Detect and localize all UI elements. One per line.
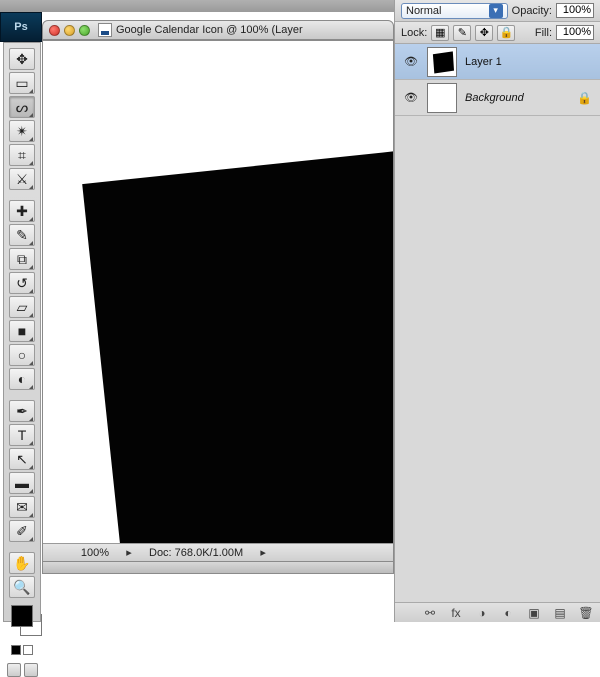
adjust-icon[interactable]: ◐ <box>500 606 516 620</box>
minimize-button[interactable] <box>64 25 75 36</box>
shape-tool[interactable]: ▬ <box>9 472 35 494</box>
layer-thumbnail[interactable] <box>427 47 457 77</box>
new-icon[interactable]: ▤ <box>552 606 568 620</box>
fill-field[interactable]: 100% <box>556 25 594 40</box>
magic-wand-tool[interactable]: ✴ <box>9 120 35 142</box>
stamp-tool[interactable]: ⧉ <box>9 248 35 270</box>
zoom-tool[interactable]: 🔍 <box>9 576 35 598</box>
fill-label: Fill: <box>535 27 552 39</box>
visibility-eye-icon[interactable]: 👁 <box>403 90 419 106</box>
fx-icon[interactable]: fx <box>448 606 464 620</box>
link-icon[interactable]: ⚯ <box>422 606 438 620</box>
opacity-field[interactable]: 100% <box>556 3 594 18</box>
window-controls <box>49 25 90 36</box>
lock-transparency-icon[interactable]: ▦ <box>431 25 449 41</box>
layers-list[interactable]: 👁 Layer 1 👁 Background 🔒 <box>395 44 600 602</box>
lock-pixels-icon[interactable]: ✎ <box>453 25 471 41</box>
lock-all-icon[interactable]: 🔒 <box>497 25 515 41</box>
blend-mode-value: Normal <box>406 5 441 17</box>
layer-row[interactable]: 👁 Background 🔒 <box>395 80 600 116</box>
document-titlebar[interactable]: Google Calendar Icon @ 100% (Layer <box>42 20 394 40</box>
lock-label: Lock: <box>401 27 427 39</box>
close-button[interactable] <box>49 25 60 36</box>
dodge-tool[interactable]: ◐ <box>9 368 35 390</box>
lasso-tool[interactable]: ᔕ <box>9 96 35 118</box>
lock-fill-row: Lock: ▦ ✎ ✥ 🔒 Fill: 100% <box>395 22 600 44</box>
background-color-swatch[interactable] <box>20 614 42 636</box>
screen-mode-buttons[interactable] <box>7 663 38 677</box>
foreground-color-swatch[interactable] <box>11 605 33 627</box>
move-tool[interactable]: ✥ <box>9 48 35 70</box>
mask-icon[interactable]: ◑ <box>474 606 490 620</box>
canvas[interactable] <box>43 41 393 543</box>
marquee-tool[interactable]: ▭ <box>9 72 35 94</box>
status-bar: 100% ▸ Doc: 768.0K/1.00M ▸ <box>43 543 393 561</box>
canvas-content-shape <box>82 140 393 543</box>
zoom-level[interactable]: 100% <box>49 547 109 559</box>
blend-opacity-row: Normal ▾ Opacity: 100% <box>395 0 600 22</box>
visibility-eye-icon[interactable]: 👁 <box>403 54 419 70</box>
pen-tool[interactable]: ✒ <box>9 400 35 422</box>
blur-tool[interactable]: ○ <box>9 344 35 366</box>
layers-panel: Normal ▾ Opacity: 100% Lock: ▦ ✎ ✥ 🔒 Fil… <box>394 0 600 622</box>
blend-mode-select[interactable]: Normal ▾ <box>401 3 508 19</box>
layer-name[interactable]: Layer 1 <box>465 56 502 68</box>
layers-panel-footer: ⚯ fx ◑ ◐ ▣ ▤ 🗑 <box>395 602 600 622</box>
document-title: Google Calendar Icon @ 100% (Layer <box>116 24 303 36</box>
tool-palette: ✥▭ᔕ✴⌗⚔ ✚✎⧉↺▱■○◐ ✒T↖▬✉✐ ✋🔍 <box>3 42 41 622</box>
trash-icon[interactable]: 🗑 <box>578 606 594 620</box>
doc-info: Doc: 768.0K/1.00M <box>149 547 243 559</box>
status-menu-right-icon[interactable]: ▸ <box>257 546 269 559</box>
zoom-button[interactable] <box>79 25 90 36</box>
default-colors-icon[interactable] <box>11 645 33 655</box>
slice-tool[interactable]: ⚔ <box>9 168 35 190</box>
layer-name[interactable]: Background <box>465 92 524 104</box>
app-logo-text: Ps <box>14 21 27 33</box>
lock-position-icon[interactable]: ✥ <box>475 25 493 41</box>
crop-tool[interactable]: ⌗ <box>9 144 35 166</box>
opacity-label: Opacity: <box>512 5 552 17</box>
lock-icon: 🔒 <box>577 91 592 105</box>
type-tool[interactable]: T <box>9 424 35 446</box>
chevron-updown-icon: ▾ <box>489 4 503 18</box>
status-menu-left-icon[interactable]: ▸ <box>123 546 135 559</box>
hand-tool[interactable]: ✋ <box>9 552 35 574</box>
group-icon[interactable]: ▣ <box>526 606 542 620</box>
eyedropper-tool[interactable]: ✐ <box>9 520 35 542</box>
document-proxy-icon[interactable] <box>98 23 112 37</box>
app-logo: Ps <box>0 12 42 42</box>
eraser-tool[interactable]: ▱ <box>9 296 35 318</box>
healing-brush-tool[interactable]: ✚ <box>9 200 35 222</box>
history-brush-tool[interactable]: ↺ <box>9 272 35 294</box>
layer-thumbnail[interactable] <box>427 83 457 113</box>
path-select-tool[interactable]: ↖ <box>9 448 35 470</box>
layer-row[interactable]: 👁 Layer 1 <box>395 44 600 80</box>
horizontal-scrollbar[interactable] <box>43 561 393 573</box>
gradient-tool[interactable]: ■ <box>9 320 35 342</box>
notes-tool[interactable]: ✉ <box>9 496 35 518</box>
document-window: 100% ▸ Doc: 768.0K/1.00M ▸ <box>42 40 394 574</box>
brush-tool[interactable]: ✎ <box>9 224 35 246</box>
